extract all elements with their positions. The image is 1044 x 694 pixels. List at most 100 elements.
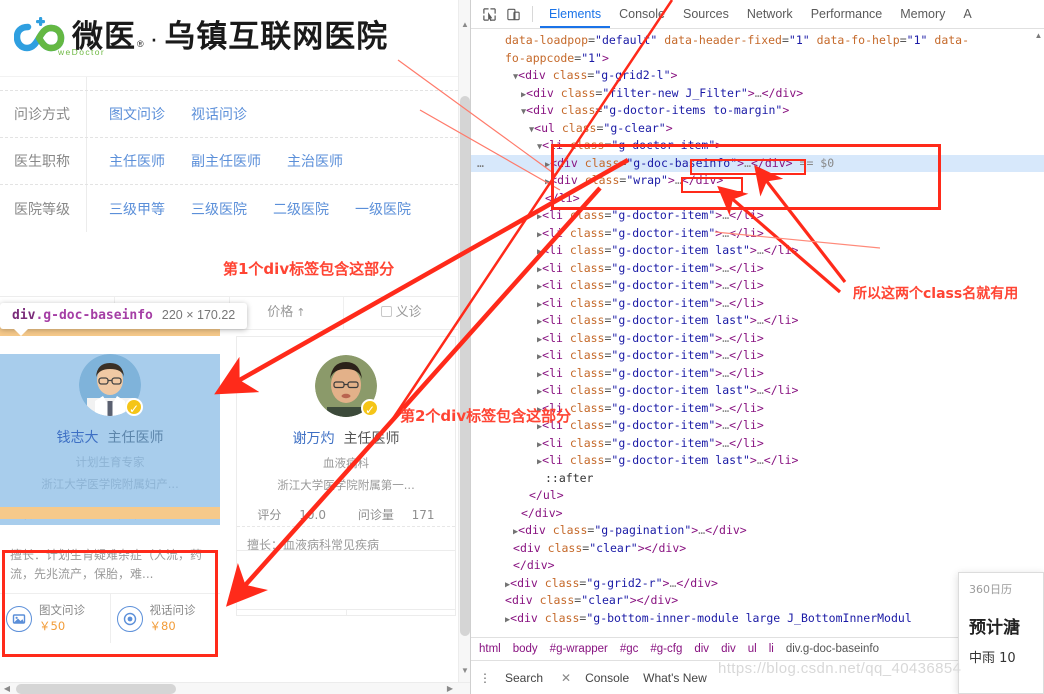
filter-row-hospital-level[interactable]: 医院等级 三级甲等 三级医院 二级医院 一级医院	[0, 185, 458, 232]
scroll-up-icon[interactable]: ▲	[1033, 31, 1044, 44]
page-vertical-scrollbar[interactable]: ▲ ▼	[458, 0, 470, 682]
dom-tree-line[interactable]: ▶<li class="g-doctor-item last">…</li>	[471, 242, 1044, 260]
calendar-forecast: 预计溏	[969, 618, 1020, 638]
dom-tree-line[interactable]: ▶<div class="filter-new J_Filter">…</div…	[471, 85, 1044, 103]
tab-network[interactable]: Network	[738, 0, 802, 28]
tab-console[interactable]: Console	[610, 0, 674, 28]
page-horizontal-scrollbar[interactable]: ◀ ▶	[0, 682, 470, 694]
devtools-vertical-scrollbar[interactable]: ▲ ▼	[1033, 29, 1044, 633]
checkbox-icon[interactable]	[380, 306, 392, 317]
annotation-box-card-wrap	[2, 550, 218, 657]
sort-arrow-up-icon: ↑	[296, 306, 306, 319]
page-horizontal-scroll-thumb[interactable]	[16, 684, 176, 694]
breadcrumb-item[interactable]: li	[769, 643, 774, 655]
breadcrumb-item[interactable]: #g-wrapper	[550, 643, 608, 655]
breadcrumb-item[interactable]: ul	[748, 643, 757, 655]
tab-memory[interactable]: Memory	[891, 0, 954, 28]
dom-tree-line[interactable]: </ul>	[471, 487, 1044, 505]
doctor-name-row: 钱志大 主任医师	[0, 427, 220, 447]
tab-elements[interactable]: Elements	[540, 0, 611, 28]
devtools-dom-tree[interactable]: data-loadpop="default" data-header-fixed…	[471, 29, 1044, 633]
dom-tree-line[interactable]: ▶<li class="g-doctor-item">…</li>	[471, 225, 1044, 243]
breadcrumb-item[interactable]: #g-cfg	[650, 643, 682, 655]
breadcrumb-item[interactable]: html	[479, 643, 501, 655]
filter-option[interactable]: 视话问诊	[191, 104, 247, 124]
scroll-down-icon[interactable]: ▼	[459, 664, 470, 678]
calendar-popup[interactable]: 360日历 预计溏 中雨 10	[958, 572, 1044, 694]
filter-option[interactable]: 主治医师	[287, 151, 343, 171]
filter-row-doctor-title[interactable]: 医生职称 主任医师 副主任医师 主治医师	[0, 138, 458, 185]
dom-tree-line[interactable]: ▶<li class="g-doctor-item">…</li>	[471, 435, 1044, 453]
scroll-left-icon[interactable]: ◀	[0, 683, 14, 694]
tab-application[interactable]: A	[954, 0, 980, 28]
tab-performance[interactable]: Performance	[802, 0, 892, 28]
dom-tree-line[interactable]: data-loadpop="default" data-header-fixed…	[471, 32, 1044, 50]
avatar: ✓	[79, 354, 143, 416]
calendar-title: 360日历	[969, 583, 1012, 596]
dom-tree-line[interactable]: ▶<li class="g-doctor-item">…</li>	[471, 417, 1044, 435]
doctor-name[interactable]: 钱志大	[57, 430, 99, 446]
dom-tree-line[interactable]: </div>	[471, 505, 1044, 523]
dom-tree-line[interactable]: ▶<li class="g-doctor-item">…</li>	[471, 295, 1044, 313]
visits-stat: 问诊量 171	[357, 508, 435, 522]
filter-option[interactable]: 三级医院	[191, 199, 247, 219]
dom-tree-line[interactable]: ▶<li class="g-doctor-item">…</li>	[471, 260, 1044, 278]
page-vertical-scroll-thumb[interactable]	[460, 96, 470, 636]
doctor-name-row: 谢万灼 主任医师	[237, 428, 455, 448]
inspect-element-icon[interactable]	[477, 3, 501, 25]
brand-subtitle: weDoctor	[58, 47, 106, 57]
breadcrumb-item[interactable]: div.g-doc-baseinfo	[786, 643, 879, 655]
dom-tree-line[interactable]: <div class="clear"></div>	[471, 540, 1044, 558]
filter-divider	[86, 77, 87, 90]
breadcrumb-item[interactable]: div	[721, 643, 736, 655]
dom-tree-line[interactable]: ▶<li class="g-doctor-item last">…</li>	[471, 382, 1044, 400]
dom-tree-line[interactable]: ▼<ul class="g-clear">	[471, 120, 1044, 138]
doctor-card-next[interactable]	[236, 550, 456, 610]
doctor-name[interactable]: 谢万灼	[293, 431, 335, 447]
filter-row-clipped[interactable]: 科室类别 内科 外科 妇产科 儿科 皮肤科 中医科	[0, 77, 458, 91]
filter-divider	[86, 138, 87, 184]
dom-tree-line[interactable]: ▼<div class="g-grid2-l">	[471, 67, 1044, 85]
filter-option[interactable]: 图文问诊	[109, 104, 165, 124]
drawer-tab-search[interactable]: Search	[505, 671, 543, 685]
annotation-box-baseinfo-class	[690, 159, 806, 175]
dom-tree-line[interactable]: ▶<li class="g-doctor-item">…</li>	[471, 277, 1044, 295]
filter-label: 医生职称	[14, 154, 70, 170]
more-options-icon[interactable]: ⋮	[479, 672, 491, 684]
filter-option[interactable]: 副主任医师	[191, 151, 261, 171]
toolbar-divider	[532, 6, 533, 22]
doctor-department: 计划生育专家	[75, 455, 145, 469]
dom-tree-line[interactable]: ▶<li class="g-doctor-item">…</li>	[471, 400, 1044, 418]
dom-tree-line[interactable]: fo-appcode="1">	[471, 50, 1044, 68]
filter-option[interactable]: 一级医院	[355, 199, 411, 219]
filter-option[interactable]: 主任医师	[109, 151, 165, 171]
filter-option[interactable]: 二级医院	[273, 199, 329, 219]
breadcrumb-item[interactable]: #gc	[620, 643, 639, 655]
dom-tree-line[interactable]: ▶<li class="g-doctor-item last">…</li>	[471, 452, 1044, 470]
doctor-title: 主任医师	[343, 431, 400, 447]
dom-tree-line[interactable]: ▶<li class="g-doctor-item">…</li>	[471, 365, 1044, 383]
dom-tree-line[interactable]: ::after	[471, 470, 1044, 488]
doctor-baseinfo-block: ✓ 钱志大主任医师 计划生育专家 浙江大学医学院附属妇产... 评分 10.0 …	[0, 354, 220, 525]
title-separator: ·	[149, 23, 159, 53]
breadcrumb-item[interactable]: div	[694, 643, 709, 655]
sort-label: 义诊	[395, 305, 422, 320]
dom-tree-line[interactable]: ▶<li class="g-doctor-item">…</li>	[471, 347, 1044, 365]
close-icon[interactable]: ✕	[561, 671, 571, 685]
scroll-up-icon[interactable]: ▲	[459, 18, 470, 32]
filter-option[interactable]: 三级甲等	[109, 199, 165, 219]
drawer-tab-console[interactable]: Console	[585, 671, 629, 685]
dom-tree-line[interactable]: ▶<div class="g-pagination">…</div>	[471, 522, 1044, 540]
expand-dots-icon[interactable]: …	[477, 155, 484, 173]
breadcrumb-item[interactable]: body	[513, 643, 538, 655]
dom-tree-line[interactable]: ▶<li class="g-doctor-item">…</li>	[471, 330, 1044, 348]
tab-sources[interactable]: Sources	[674, 0, 738, 28]
annotation-box-devtools	[551, 144, 941, 210]
device-toolbar-icon[interactable]	[501, 3, 525, 25]
dom-tree-line[interactable]: ▶<li class="g-doctor-item last">…</li>	[471, 312, 1044, 330]
dom-tree-line[interactable]: ▼<div class="g-doctor-items to-margin">	[471, 102, 1044, 120]
sort-free-clinic[interactable]: 义诊	[344, 297, 458, 329]
scroll-right-icon[interactable]: ▶	[443, 683, 457, 694]
filter-row-consult-type[interactable]: 问诊方式 图文问诊 视话问诊	[0, 91, 458, 138]
drawer-tab-whats-new[interactable]: What's New	[643, 671, 707, 685]
